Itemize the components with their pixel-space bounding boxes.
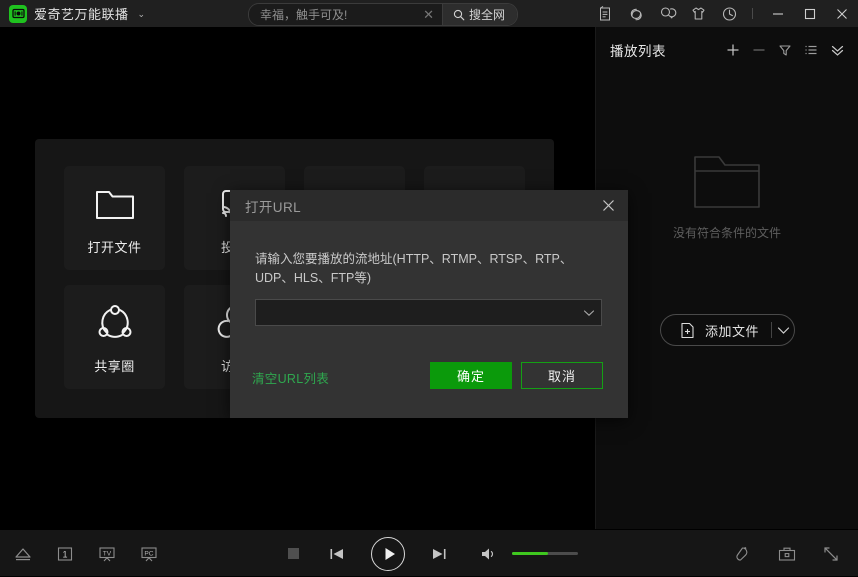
mouse-gesture-icon[interactable] [730, 541, 756, 567]
add-icon[interactable] [720, 37, 746, 63]
card-label: 打开文件 [87, 237, 141, 256]
title-bar: 爱奇艺万能联播 ⌄ 幸福，触手可及! ✕ 搜全网 [0, 0, 858, 27]
stop-button[interactable] [280, 541, 306, 567]
titlebar-icon-strip [590, 0, 858, 27]
volume-slider[interactable] [512, 552, 578, 555]
clear-url-list-link[interactable]: 清空URL列表 [252, 368, 329, 387]
playlist-actions [720, 27, 850, 73]
add-file-chevron-down-icon[interactable] [772, 326, 794, 335]
notes-icon[interactable] [590, 0, 621, 27]
search-button-label: 搜全网 [469, 6, 505, 23]
iqiyi-logo-icon [9, 5, 27, 23]
url-dropdown-chevron-down-icon[interactable] [577, 309, 601, 317]
bottom-control-bar: 1 TV PC [0, 529, 858, 576]
history-clock-icon[interactable] [714, 0, 745, 27]
search-icon [453, 9, 465, 21]
add-file-label: 添加文件 [705, 321, 759, 340]
bottom-right-tools [730, 530, 844, 577]
file-plus-icon [680, 322, 695, 339]
toolbox-icon[interactable] [774, 541, 800, 567]
next-button[interactable] [426, 541, 452, 567]
search-input-value: 幸福，触手可及! [260, 6, 421, 23]
maximize-button[interactable] [794, 0, 826, 27]
volume-control [476, 541, 578, 567]
dialog-title-bar: 打开URL [230, 190, 628, 221]
card-open-file[interactable]: 打开文件 [64, 166, 165, 270]
folder-open-icon [94, 181, 136, 223]
previous-button[interactable] [324, 541, 350, 567]
playlist-header: 播放列表 [596, 27, 858, 73]
search-button[interactable]: 搜全网 [442, 4, 517, 25]
url-input-combobox[interactable] [255, 299, 602, 326]
svg-text:PC: PC [144, 550, 153, 557]
playlist-empty-state: 没有符合条件的文件 [596, 152, 858, 241]
search-input[interactable]: 幸福，触手可及! ✕ [249, 4, 442, 25]
card-label: 共享圈 [94, 356, 135, 375]
pc-cast-icon[interactable]: PC [136, 541, 162, 567]
add-file-button[interactable]: 添加文件 [660, 314, 795, 346]
minimize-button[interactable] [762, 0, 794, 27]
volume-slider-fill [512, 552, 548, 555]
dialog-close-button[interactable] [593, 190, 624, 221]
cancel-button[interactable]: 取消 [521, 362, 603, 389]
dialog-title: 打开URL [245, 196, 301, 216]
empty-folder-icon [691, 152, 763, 210]
speed-1-icon[interactable]: 1 [52, 541, 78, 567]
skin-shirt-icon[interactable] [683, 0, 714, 27]
chevron-down-icon[interactable]: ⌄ [138, 9, 146, 20]
fullscreen-icon[interactable] [818, 541, 844, 567]
svg-text:TV: TV [103, 550, 112, 557]
playlist-empty-text: 没有符合条件的文件 [673, 224, 781, 241]
confirm-button[interactable]: 确定 [430, 362, 512, 389]
tv-cast-icon[interactable]: TV [94, 541, 120, 567]
card-share-circle[interactable]: 共享圈 [64, 285, 165, 389]
app-window: 爱奇艺万能联播 ⌄ 幸福，触手可及! ✕ 搜全网 [0, 0, 858, 576]
sync-icon[interactable] [621, 0, 652, 27]
collapse-icon[interactable] [824, 37, 850, 63]
share-circle-icon [94, 300, 136, 342]
playlist-panel: 播放列表 [595, 27, 858, 529]
titlebar-divider [752, 8, 753, 19]
bottom-left-tools: 1 TV PC [10, 530, 162, 577]
play-button[interactable] [371, 537, 405, 571]
filter-icon[interactable] [772, 37, 798, 63]
cast-share-icon[interactable] [652, 0, 683, 27]
brand-name: 爱奇艺万能联播 [34, 4, 129, 23]
remove-icon[interactable] [746, 37, 772, 63]
eject-icon[interactable] [10, 541, 36, 567]
clear-search-icon[interactable]: ✕ [421, 8, 436, 21]
dialog-description: 请输入您要播放的流地址(HTTP、RTMP、RTSP、RTP、UDP、HLS、F… [255, 250, 605, 288]
brand[interactable]: 爱奇艺万能联播 ⌄ [9, 4, 145, 23]
close-button[interactable] [826, 0, 858, 27]
list-view-icon[interactable] [798, 37, 824, 63]
svg-text:1: 1 [62, 549, 67, 559]
volume-icon[interactable] [476, 541, 502, 567]
search-box[interactable]: 幸福，触手可及! ✕ 搜全网 [248, 3, 518, 26]
playlist-title: 播放列表 [610, 40, 666, 60]
